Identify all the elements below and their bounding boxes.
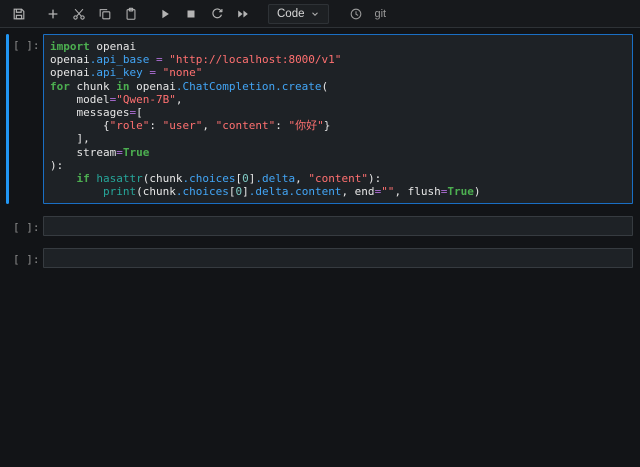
restart-kernel-button[interactable]	[206, 3, 228, 25]
restart-run-all-button[interactable]	[232, 3, 254, 25]
scissors-icon	[73, 8, 85, 20]
cell-type-dropdown[interactable]: Code	[268, 3, 329, 24]
paste-icon	[126, 7, 136, 20]
copy-icon	[99, 8, 111, 19]
git-label: git	[374, 7, 387, 20]
copy-cells-button[interactable]	[94, 3, 116, 25]
cell-prompt: [ ]:	[13, 39, 40, 52]
save-button[interactable]	[8, 3, 30, 25]
chevron-down-icon	[311, 11, 318, 16]
kernel-status-button[interactable]	[345, 3, 367, 25]
run-cell-button[interactable]	[154, 3, 176, 25]
run-icon	[162, 9, 169, 18]
code-cell-active[interactable]: [ ]: import openai openai.api_base = "htt…	[6, 34, 633, 205]
code-editor-content: import openai openai.api_base = "http://l…	[50, 40, 481, 199]
empty-cell-1[interactable]: [ ]:	[6, 216, 633, 237]
code-editor[interactable]: import openai openai.api_base = "http://l…	[43, 34, 633, 205]
stop-icon	[187, 10, 195, 17]
cell-prompt: [ ]:	[13, 253, 40, 267]
save-icon	[13, 8, 25, 19]
restart-icon	[212, 7, 223, 18]
interrupt-kernel-button[interactable]	[180, 3, 202, 25]
clock-icon	[350, 8, 361, 19]
insert-cell-button[interactable]	[42, 3, 64, 25]
cell-type-label: Code	[277, 7, 305, 20]
plus-icon	[48, 9, 58, 18]
cell-prompt: [ ]:	[13, 221, 40, 235]
paste-cells-button[interactable]	[120, 3, 142, 25]
empty-cell-2[interactable]: [ ]:	[6, 248, 633, 269]
notebook-area: [ ]: import openai openai.api_base = "htt…	[0, 28, 640, 269]
notebook-toolbar: Code git	[0, 0, 640, 28]
fast-forward-icon	[238, 10, 248, 17]
empty-code-editor-2[interactable]	[43, 248, 633, 269]
cut-cells-button[interactable]	[68, 3, 90, 25]
empty-code-editor-1[interactable]	[43, 216, 633, 237]
